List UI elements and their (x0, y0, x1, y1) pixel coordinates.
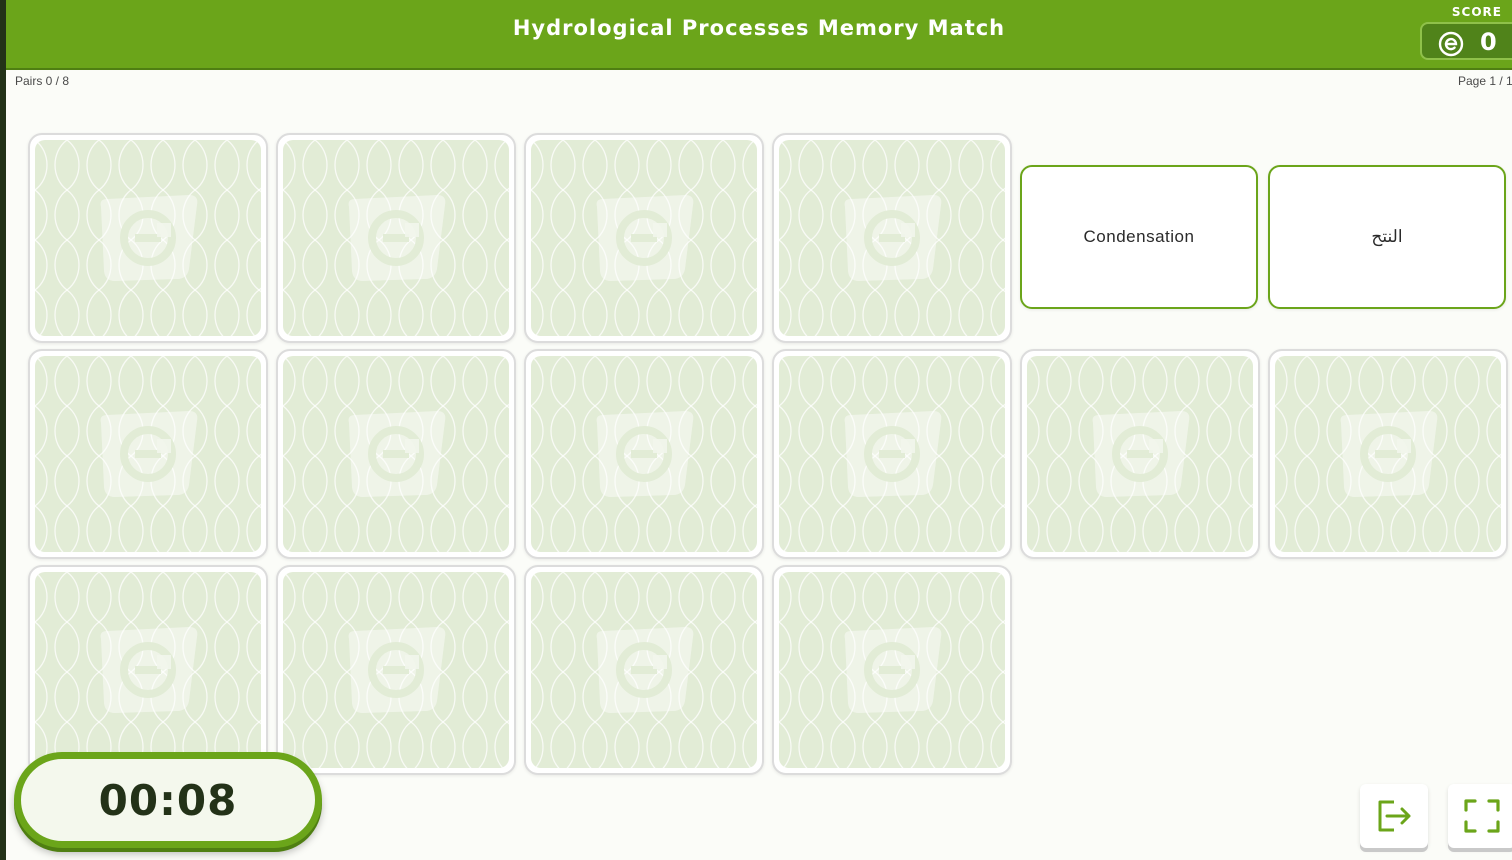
card-back-logo-icon (844, 195, 942, 281)
memory-card-face-down[interactable] (276, 565, 516, 775)
card-text: Condensation (1083, 227, 1195, 246)
card-back (35, 356, 261, 552)
score-box: 0 (1420, 22, 1512, 60)
card-back (1027, 356, 1253, 552)
card-back (35, 572, 261, 768)
fullscreen-button[interactable] (1448, 784, 1512, 848)
card-back-logo-icon (1340, 411, 1438, 497)
card-back (779, 140, 1005, 336)
memory-card-face-down[interactable] (772, 349, 1012, 559)
memory-card-face-down[interactable] (28, 565, 268, 775)
header-bar: Hydrological Processes Memory Match SCOR… (6, 0, 1512, 70)
timer-value: 00:08 (98, 775, 238, 825)
memory-card-face-down[interactable] (524, 133, 764, 343)
card-back (779, 356, 1005, 552)
card-back-logo-icon (596, 195, 694, 281)
game-screen: Hydrological Processes Memory Match SCOR… (0, 0, 1512, 860)
card-back (531, 572, 757, 768)
memory-card-face-down[interactable] (772, 133, 1012, 343)
e-coin-icon (1438, 31, 1464, 57)
memory-card-face-down[interactable] (772, 565, 1012, 775)
card-back (531, 140, 757, 336)
exit-button[interactable] (1360, 784, 1428, 848)
game-title: Hydrological Processes Memory Match (512, 16, 1006, 40)
card-back-logo-icon (1092, 411, 1190, 497)
card-back-logo-icon (348, 627, 446, 713)
score-value: 0 (1480, 28, 1497, 56)
card-back (35, 140, 261, 336)
card-back (283, 572, 509, 768)
card-back-logo-icon (348, 195, 446, 281)
card-back (1275, 356, 1501, 552)
card-back-logo-icon (844, 411, 942, 497)
memory-card-face-down[interactable] (28, 133, 268, 343)
card-back-logo-icon (100, 411, 198, 497)
card-back (283, 356, 509, 552)
memory-card-face-down[interactable] (276, 349, 516, 559)
timer: 00:08 (14, 752, 322, 848)
memory-card-face-down[interactable] (1020, 349, 1260, 559)
left-edge (0, 0, 6, 860)
card-back-logo-icon (596, 411, 694, 497)
card-back-logo-icon (100, 627, 198, 713)
fullscreen-icon (1464, 799, 1500, 833)
card-back (779, 572, 1005, 768)
memory-card-face-down[interactable] (276, 133, 516, 343)
card-back (283, 140, 509, 336)
card-text: النتح (1371, 227, 1403, 246)
score-label: SCORE (1451, 5, 1502, 19)
card-back-logo-icon (100, 195, 198, 281)
memory-card-face-down[interactable] (524, 565, 764, 775)
memory-card-face-down[interactable] (524, 349, 764, 559)
card-back (531, 356, 757, 552)
memory-card-face-up[interactable]: النتح (1268, 165, 1506, 309)
memory-card-face-down[interactable] (1268, 349, 1508, 559)
pairs-counter: Pairs 0 / 8 (15, 74, 70, 88)
card-back-logo-icon (844, 627, 942, 713)
card-back-logo-icon (348, 411, 446, 497)
page-counter: Page 1 / 1 (1458, 74, 1512, 88)
card-back-logo-icon (596, 627, 694, 713)
exit-icon (1378, 800, 1411, 832)
memory-card-face-up[interactable]: Condensation (1020, 165, 1258, 309)
memory-card-face-down[interactable] (28, 349, 268, 559)
